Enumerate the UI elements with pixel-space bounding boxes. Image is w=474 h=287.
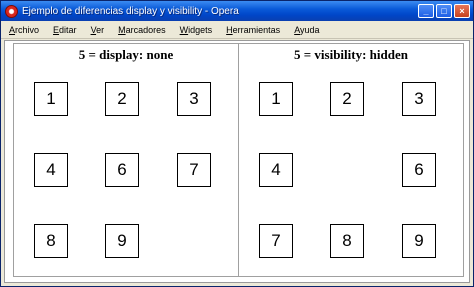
close-button[interactable]: × [454,4,470,18]
number-box: 3 [177,82,211,116]
window-controls: _ □ × [418,4,470,18]
number-box: 8 [330,224,364,258]
window-title: Ejemplo de diferencias display y visibil… [22,5,239,17]
opera-logo-icon [5,4,18,18]
minimize-button[interactable]: _ [418,4,434,18]
number-box: 2 [105,82,139,116]
number-box: 4 [259,153,293,187]
number-box: 9 [402,224,436,258]
title-bar[interactable]: Ejemplo de diferencias display y visibil… [1,1,473,21]
number-box: 7 [177,153,211,187]
number-box: 6 [402,153,436,187]
menu-archivo[interactable]: Archivo [1,25,45,35]
number-box: 7 [259,224,293,258]
display-none-panel: 5 = display: none 1 2 3 4 6 7 8 9 [13,43,239,277]
menu-widgets[interactable]: Widgets [172,25,219,35]
menu-ver[interactable]: Ver [83,25,111,35]
number-box: 9 [105,224,139,258]
menu-ayuda[interactable]: Ayuda [286,25,325,35]
menu-herramientas[interactable]: Herramientas [218,25,286,35]
panel-title: 5 = visibility: hidden [294,47,408,62]
maximize-button[interactable]: □ [436,4,452,18]
number-box: 1 [34,82,68,116]
number-box: 1 [259,82,293,116]
number-box: 2 [330,82,364,116]
menu-marcadores[interactable]: Marcadores [110,25,172,35]
browser-window: Ejemplo de diferencias display y visibil… [0,0,474,287]
number-box: 3 [402,82,436,116]
number-box: 8 [34,224,68,258]
menu-editar[interactable]: Editar [45,25,83,35]
menu-bar: Archivo Editar Ver Marcadores Widgets He… [1,21,473,39]
panel-title: 5 = display: none [78,47,174,62]
number-box: 6 [105,153,139,187]
page-content: 5 = display: none 1 2 3 4 6 7 8 9 5 = vi… [4,40,470,283]
visibility-hidden-panel: 5 = visibility: hidden 1 2 3 4 6 7 8 9 [238,43,464,277]
number-box: 4 [34,153,68,187]
